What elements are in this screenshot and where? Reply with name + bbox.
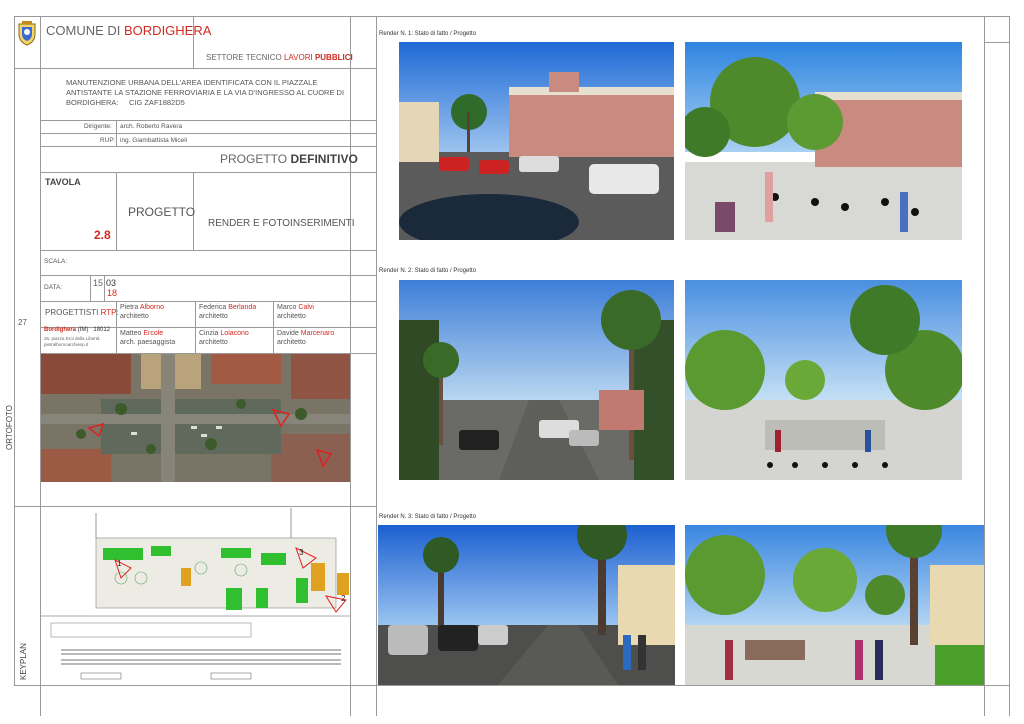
render-1-project-render: [685, 42, 962, 240]
scala-label: SCALA:: [44, 258, 68, 265]
rup-label: RUP:: [100, 137, 116, 144]
page-number: 27: [18, 318, 27, 327]
frame-right-outer: [1009, 16, 1010, 716]
progetto-definitivo: PROGETTO DEFINITIVO: [220, 152, 358, 166]
frame-right-inner: [984, 16, 985, 716]
ortofoto-label: ORTOFOTO: [5, 405, 14, 450]
comune-crest-logo: [16, 20, 38, 46]
member-name: Davide Marcenaro: [277, 330, 335, 337]
date-year: 18: [107, 288, 118, 298]
progettisti-label: PROGETTISTI RTP:: [45, 308, 119, 317]
render-2-project-render: [685, 280, 962, 480]
project-description-2: ANTISTANTE LA STAZIONE FERROVIARIA E LA …: [66, 88, 345, 97]
project-description-1: MANUTENZIONE URBANA DELL'AREA IDENTIFICA…: [66, 78, 318, 87]
ortofoto-aerial-image: [41, 354, 350, 482]
data-label: DATA:: [44, 284, 63, 291]
render-1-existing-photo: [399, 42, 674, 240]
member-name: Matteo Ercole: [120, 330, 164, 337]
keyplan-map: 1 2 3: [41, 508, 350, 684]
tavola-section: PROGETTO: [128, 205, 196, 219]
rup-value: ing. Giambattista Miceli: [120, 137, 188, 144]
render-caption: Render N. 1: Stato di fatto / Progetto: [379, 31, 477, 37]
member-role: architetto: [277, 313, 306, 320]
project-description-3: BORDIGHERA: CIG ZAF1882D5: [66, 98, 185, 107]
tavola-number: 2.8: [94, 228, 111, 242]
member-name: Pietra Alborno: [120, 304, 164, 311]
comune-title: COMUNE DI BORDIGHERA: [46, 23, 212, 38]
keyplan-label: KEYPLAN: [19, 643, 28, 680]
member-role: architetto: [277, 339, 306, 346]
render-caption: Render N. 3: Stato di fatto / Progetto: [379, 514, 477, 520]
render-3-existing-photo: [378, 525, 675, 685]
date-day: 15: [93, 278, 104, 288]
settore-title: SETTORE TECNICO LAVORI PUBBLICI: [206, 53, 353, 62]
keyplan-marker: 2: [341, 594, 346, 603]
keyplan-marker: 3: [299, 548, 304, 557]
date-month: 03: [106, 278, 117, 288]
frame-mid: [376, 16, 377, 716]
member-role: architetto: [199, 339, 228, 346]
tavola-label: TAVOLA: [45, 177, 81, 187]
team-address-line1: Bordighera (IM) 18012: [44, 327, 111, 333]
frame-right-top: [984, 42, 1010, 43]
member-name: Cinzia Loiacono: [199, 330, 249, 337]
tavola-title: RENDER E FOTOINSERIMENTI: [208, 218, 355, 229]
keyplan-marker: 1: [117, 559, 122, 568]
member-name: Federica Berlanda: [199, 304, 257, 311]
team-address-line2: 26, piazza Eroi della Libertà: [44, 336, 100, 341]
render-caption: Render N. 2: Stato di fatto / Progetto: [379, 268, 477, 274]
render-2-existing-photo: [399, 280, 674, 480]
member-role: architetto: [120, 313, 149, 320]
member-role: architetto: [199, 313, 228, 320]
dirigente-value: arch. Roberto Ravera: [120, 123, 183, 130]
team-email: pietralbornoarchiesp.it: [44, 342, 89, 347]
render-3-project-render: [685, 525, 984, 685]
member-name: Marco Calvi: [277, 304, 314, 311]
member-role: arch. paesaggista: [120, 339, 176, 346]
dirigente-label: Dirigente:: [84, 123, 112, 130]
